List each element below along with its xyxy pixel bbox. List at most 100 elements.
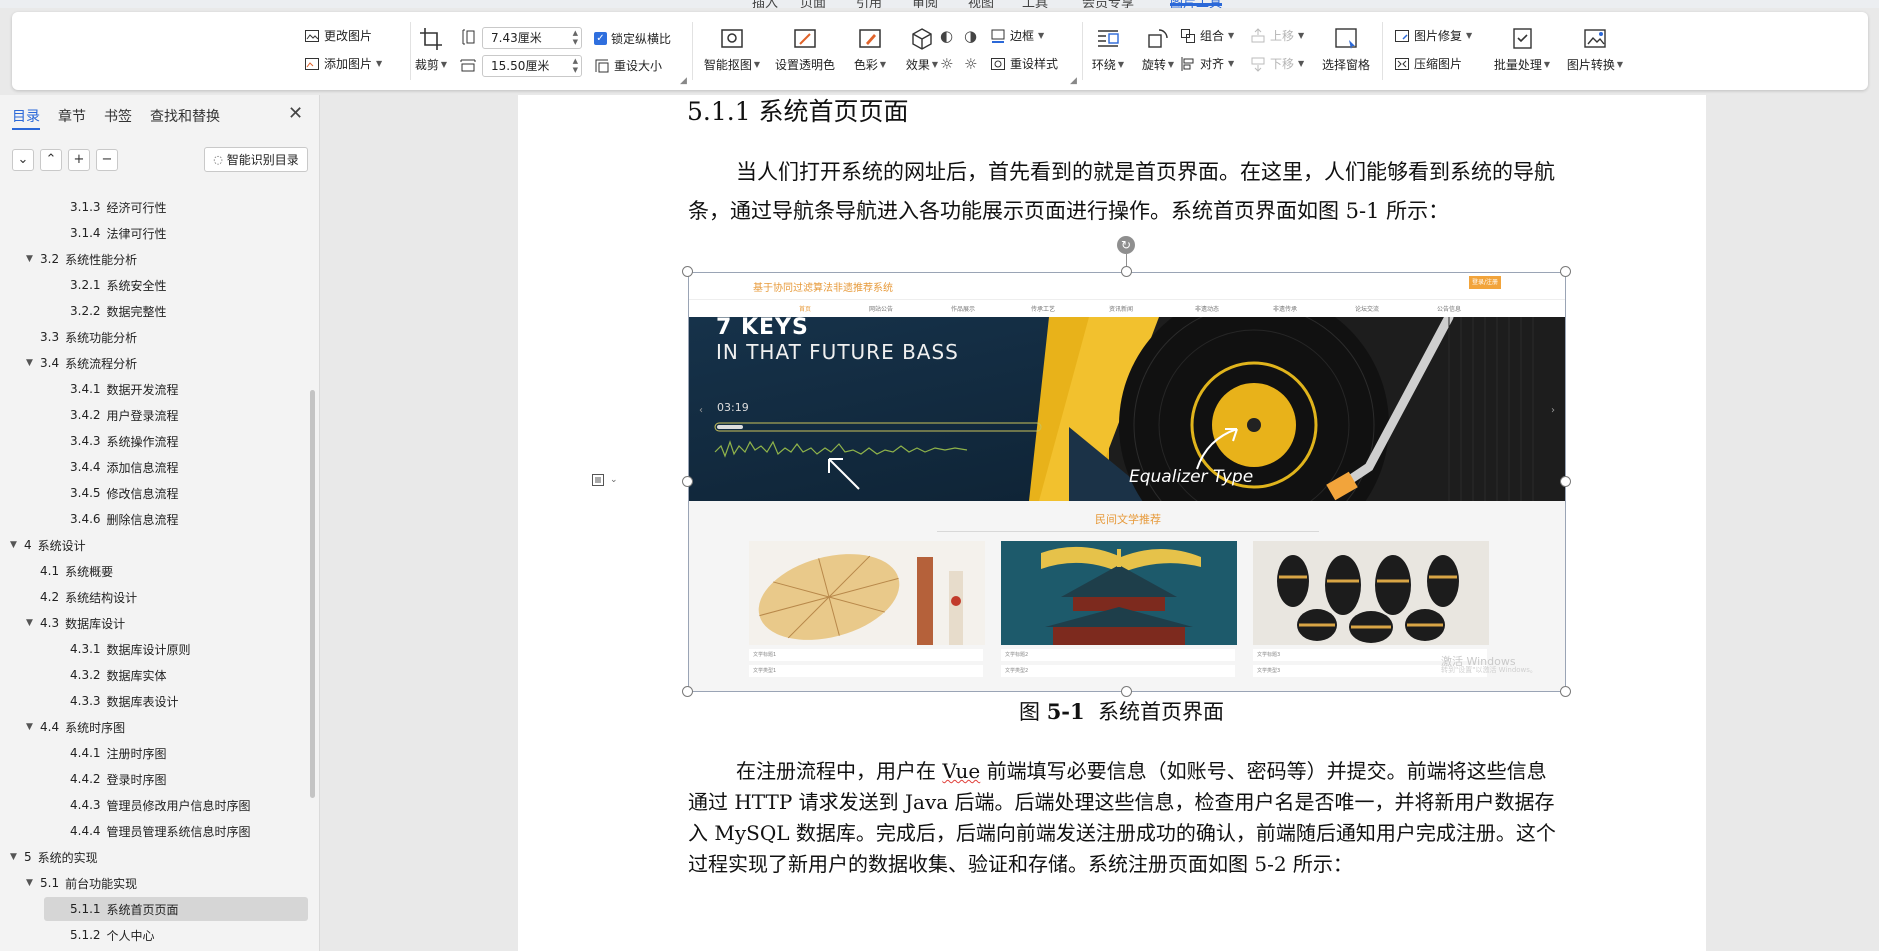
brightness-up-icon[interactable]: ◐ bbox=[940, 27, 953, 45]
toc-item[interactable]: 3.4.5 修改信息流程 bbox=[70, 481, 179, 505]
expand-triangle-icon[interactable]: ▼ bbox=[26, 358, 40, 368]
toc-item[interactable]: 5.1.2 个人中心 bbox=[70, 923, 155, 947]
toc-item[interactable]: 3.4.2 用户登录流程 bbox=[70, 403, 179, 427]
dialog-launcher-icon[interactable]: ◢ bbox=[1070, 76, 1077, 86]
expand-triangle-icon[interactable]: ▼ bbox=[10, 852, 24, 862]
image-repair-button[interactable]: 图片修复 ▼ bbox=[1394, 27, 1472, 44]
compress-image-button[interactable]: 压缩图片 bbox=[1394, 55, 1462, 72]
toc-item[interactable]: 3.1.4 法律可行性 bbox=[70, 221, 167, 245]
expand-triangle-icon[interactable]: ▼ bbox=[26, 878, 40, 888]
toc-item[interactable]: 3.2.2 数据完整性 bbox=[70, 299, 167, 323]
add-heading-button[interactable]: + bbox=[68, 149, 90, 171]
selection-pane-button[interactable]: 选择窗格 bbox=[1318, 26, 1374, 73]
rotate-handle-icon[interactable]: ↻ bbox=[1117, 236, 1135, 254]
toc-item[interactable]: 4.1 系统概要 bbox=[40, 559, 113, 583]
add-image-button[interactable]: 添加图片 ▼ bbox=[304, 55, 382, 72]
width-spinbox[interactable]: 15.50厘米 ▲ ▼ bbox=[482, 55, 582, 77]
color-button[interactable]: 色彩 ▼ bbox=[848, 26, 892, 73]
tab-review[interactable]: 审阅 bbox=[912, 0, 938, 8]
change-image-icon bbox=[305, 29, 319, 42]
resize-handle-se[interactable] bbox=[1560, 686, 1571, 697]
spellcheck-word[interactable]: Vue bbox=[942, 759, 980, 783]
toc-item[interactable]: 4.3.2 数据库实体 bbox=[70, 663, 167, 687]
brightness-down-icon[interactable]: ☼ bbox=[940, 55, 953, 73]
tab-insert[interactable]: 插入 bbox=[752, 0, 778, 8]
toc-item[interactable]: 3.4.6 删除信息流程 bbox=[70, 507, 179, 531]
tab-view[interactable]: 视图 bbox=[968, 0, 994, 8]
smart-toc-button[interactable]: ◌ 智能识别目录 bbox=[204, 147, 308, 172]
change-image-button[interactable]: 更改图片 bbox=[304, 27, 372, 44]
toc-item[interactable]: ▼ 4.3 数据库设计 bbox=[26, 611, 125, 635]
tab-bookmarks[interactable]: 书签 bbox=[104, 106, 132, 126]
toc-item[interactable]: 4.4.2 登录时序图 bbox=[70, 767, 167, 791]
toc-item[interactable]: 3.4.1 数据开发流程 bbox=[70, 377, 179, 401]
tab-toc[interactable]: 目录 bbox=[12, 106, 40, 126]
toc-item[interactable]: 4.3.1 数据库设计原则 bbox=[70, 637, 191, 661]
selected-image[interactable]: 基于协同过滤算法非遗推荐系统 登录/注册 首页 网站公告 作品展示 传承工艺 资… bbox=[688, 272, 1566, 692]
tab-member[interactable]: 会员专享 bbox=[1082, 0, 1134, 8]
toc-item[interactable]: ▼ 5 系统的实现 bbox=[10, 845, 98, 869]
expand-triangle-icon[interactable]: ▼ bbox=[10, 540, 24, 550]
toc-item[interactable]: 4.4.4 管理员管理系统信息时序图 bbox=[70, 819, 251, 843]
group-button[interactable]: 组合 ▼ bbox=[1180, 27, 1234, 44]
toc-item-label: 系统流程分析 bbox=[65, 356, 138, 371]
dialog-launcher-icon[interactable]: ◢ bbox=[680, 76, 687, 86]
smart-cutout-button[interactable]: 智能抠图 ▼ bbox=[702, 26, 762, 73]
layout-options-button[interactable]: ⌄ bbox=[590, 472, 618, 488]
border-button[interactable]: 边框 ▼ bbox=[990, 27, 1044, 44]
resize-handle-w[interactable] bbox=[682, 476, 693, 487]
toc-item[interactable]: ▼ 3.2 系统性能分析 bbox=[26, 247, 137, 271]
toc-item[interactable]: 3.1.3 经济可行性 bbox=[70, 195, 167, 219]
tab-chapters[interactable]: 章节 bbox=[58, 106, 86, 126]
resize-handle-e[interactable] bbox=[1560, 476, 1571, 487]
send-backward-button[interactable]: 下移 ▼ bbox=[1250, 55, 1304, 72]
toc-item[interactable]: 3.2.1 系统安全性 bbox=[70, 273, 167, 297]
expand-all-button[interactable]: ⌄ bbox=[12, 149, 34, 171]
toc-item[interactable]: ▼ 4.4 系统时序图 bbox=[26, 715, 125, 739]
wrap-button[interactable]: 环绕 ▼ bbox=[1086, 26, 1130, 73]
effects-button[interactable]: 效果 ▼ bbox=[900, 26, 944, 73]
close-icon[interactable]: ✕ bbox=[288, 103, 303, 124]
resize-handle-ne[interactable] bbox=[1560, 266, 1571, 277]
toc-item[interactable]: 5.1.1 系统首页页面 bbox=[44, 897, 308, 921]
bring-forward-button[interactable]: 上移 ▼ bbox=[1250, 27, 1304, 44]
toc-item[interactable]: 4.3.3 数据库表设计 bbox=[70, 689, 179, 713]
rotate-button[interactable]: 旋转 ▼ bbox=[1136, 26, 1180, 73]
expand-triangle-icon[interactable]: ▼ bbox=[26, 618, 40, 628]
contrast-down-icon[interactable]: ☼ bbox=[964, 55, 977, 73]
reset-size-button[interactable]: 重设大小 bbox=[594, 57, 662, 74]
reset-style-button[interactable]: 重设样式 bbox=[990, 55, 1058, 72]
remove-heading-button[interactable]: − bbox=[96, 149, 118, 171]
toc-item[interactable]: 3.3 系统功能分析 bbox=[40, 325, 137, 349]
resize-handle-n[interactable] bbox=[1121, 266, 1132, 277]
toc-item[interactable]: ▼ 3.4 系统流程分析 bbox=[26, 351, 137, 375]
tab-page[interactable]: 页面 bbox=[800, 0, 826, 8]
expand-triangle-icon[interactable]: ▼ bbox=[26, 254, 40, 264]
tab-reference[interactable]: 引用 bbox=[856, 0, 882, 8]
toc-item[interactable]: 4.4.3 管理员修改用户信息时序图 bbox=[70, 793, 251, 817]
crop-button[interactable]: 裁剪 ▼ bbox=[412, 26, 450, 73]
toc-item[interactable]: 3.4.4 添加信息流程 bbox=[70, 455, 179, 479]
batch-process-button[interactable]: 批量处理 ▼ bbox=[1492, 26, 1552, 73]
toc-item[interactable]: 3.4.3 系统操作流程 bbox=[70, 429, 179, 453]
lock-ratio-checkbox[interactable]: ✓ 锁定纵横比 bbox=[594, 30, 671, 47]
tab-find-replace[interactable]: 查找和替换 bbox=[150, 106, 220, 126]
toc-item[interactable]: 4.4.1 注册时序图 bbox=[70, 741, 167, 765]
toc-item[interactable]: 4.2 系统结构设计 bbox=[40, 585, 137, 609]
toc-item-label: 系统操作流程 bbox=[106, 434, 179, 449]
toc-item[interactable]: ▼ 4 系统设计 bbox=[10, 533, 86, 557]
spin-arrows-icon[interactable]: ▲ ▼ bbox=[573, 57, 578, 75]
contrast-up-icon[interactable]: ◑ bbox=[964, 27, 977, 45]
height-spinbox[interactable]: 7.43厘米 ▲ ▼ bbox=[482, 27, 582, 49]
expand-triangle-icon[interactable]: ▼ bbox=[26, 722, 40, 732]
set-transparent-button[interactable]: 设置透明色 bbox=[772, 26, 838, 73]
collapse-all-button[interactable]: ⌃ bbox=[40, 149, 62, 171]
tab-tools[interactable]: 工具 bbox=[1022, 0, 1048, 8]
toc-item[interactable]: ▼ 5.1 前台功能实现 bbox=[26, 871, 137, 895]
sidebar-scrollbar[interactable] bbox=[310, 390, 315, 798]
resize-handle-sw[interactable] bbox=[682, 686, 693, 697]
image-convert-button[interactable]: 图片转换 ▼ bbox=[1564, 26, 1626, 73]
spin-arrows-icon[interactable]: ▲ ▼ bbox=[573, 29, 578, 47]
align-button[interactable]: 对齐 ▼ bbox=[1180, 55, 1234, 72]
resize-handle-nw[interactable] bbox=[682, 266, 693, 277]
